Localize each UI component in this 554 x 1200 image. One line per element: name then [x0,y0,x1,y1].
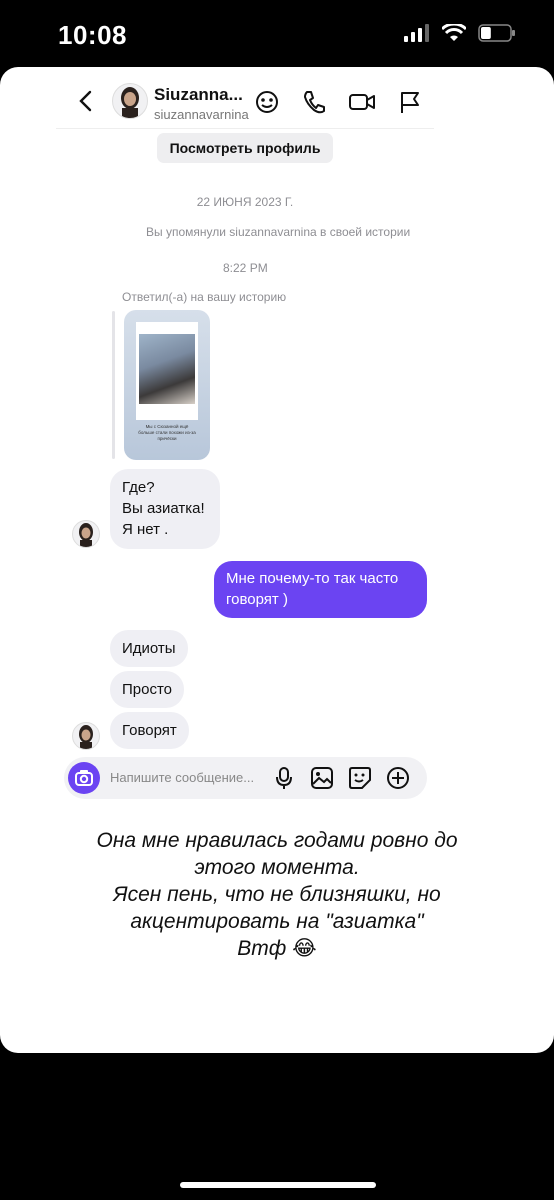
mic-icon[interactable] [272,766,296,790]
wifi-icon [442,24,466,41]
back-icon[interactable] [76,89,96,113]
status-bar: 10:08 [0,0,554,66]
message-line: Где? [122,479,155,496]
story-preview[interactable]: Мы с Сюзанной ещё больше стали похожи из… [124,310,210,460]
view-profile-button[interactable]: Посмотреть профиль [157,133,333,163]
incoming-message[interactable]: Где? Вы азиатка! Я нет . [110,469,220,549]
sticker-icon[interactable] [348,766,372,790]
battery-icon [478,24,515,42]
camera-button[interactable] [68,762,100,794]
story-post [136,322,198,420]
status-time: 10:08 [58,20,127,50]
caption-line: акцентировать на "азиатка" [130,910,424,933]
home-indicator[interactable] [180,1182,376,1188]
image-icon[interactable] [310,766,334,790]
person-icon [79,725,93,749]
phone-icon[interactable] [302,89,326,115]
message-line: говорят ) [226,591,288,608]
outgoing-message[interactable]: Мне почему-то так часто говорят ) [214,561,427,618]
message-line: Мне почему-то так часто [226,570,399,587]
avatar[interactable] [112,83,148,119]
video-icon[interactable] [348,89,376,115]
reply-label: Ответил(-а) на вашу историю [122,290,287,304]
status-icons [404,24,516,42]
sender-avatar [72,520,100,548]
caption-line: Она мне нравилась годами ровно до [96,829,458,852]
caption-line: Ясен пень, что не близняшки, но [113,883,441,906]
message-composer: Напишите сообщение... [64,757,427,799]
sticker-icon[interactable] [254,89,280,115]
person-icon [121,87,139,118]
flag-icon[interactable] [398,89,422,115]
message-input[interactable]: Напишите сообщение... [110,770,254,785]
caption-line: Втф 😂 [237,937,317,960]
incoming-message[interactable]: Просто [110,671,185,708]
message-line: Я нет . [122,521,169,538]
message-line: Идиоты [122,640,176,657]
header-actions [254,89,422,115]
display-name[interactable]: Siuzanna... [154,85,243,105]
message-line: Просто [122,681,173,698]
chat-screenshot: Siuzanna... siuzannavarnina Посмотреть п… [0,67,554,1053]
story-photo [139,334,195,404]
story-caption: Мы с Сюзанной ещё больше стали похожи из… [138,424,196,441]
message-time: 8:22 PM [223,261,268,275]
signal-icon [404,24,429,42]
divider [56,128,434,129]
chat-header: Siuzanna... siuzannavarnina [0,67,554,137]
incoming-message[interactable]: Говорят [110,712,189,749]
caption-line: этого момента. [194,856,360,879]
date-separator: 22 ИЮНЯ 2023 Г. [196,195,294,209]
reply-bar [112,311,115,459]
composer-actions [272,766,410,790]
caption-text: Она мне нравилась годами ровно до этого … [0,827,554,962]
sender-avatar [72,722,100,750]
mention-note: Вы упомянули siuzannavarnina в своей ист… [146,225,411,239]
incoming-message[interactable]: Идиоты [110,630,188,667]
person-icon [79,523,93,547]
message-line: Вы азиатка! [122,500,205,517]
plus-circle-icon[interactable] [386,766,410,790]
camera-icon [75,770,93,786]
message-line: Говорят [122,722,177,739]
username: siuzannavarnina [154,107,249,122]
